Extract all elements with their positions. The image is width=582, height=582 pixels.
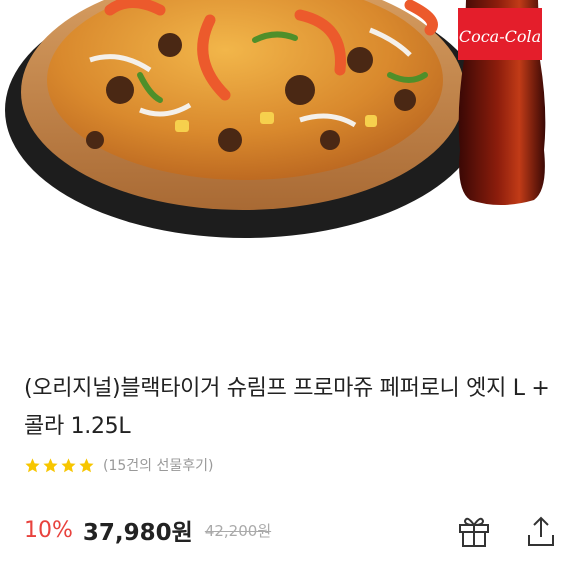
star-icon [43, 457, 58, 472]
gift-icon [459, 517, 489, 547]
rating-row[interactable]: (15건의 선물후기) [24, 454, 213, 476]
pizza-illustration: Coca-Cola [5, 0, 546, 238]
star-icon [25, 457, 40, 472]
sale-price: 37,980원 [82, 520, 193, 546]
price-row: 10% 37,980원 42,200원 [24, 512, 271, 548]
product-image: Coca-Cola [0, 0, 582, 245]
gift-button[interactable] [456, 513, 492, 549]
star-icon [79, 457, 94, 472]
original-price: 42,200원 [204, 521, 272, 540]
cola-bottle-image: Coca-Cola [458, 0, 546, 205]
share-icon [528, 516, 554, 546]
product-title: (오리지널)블랙타이거 슈림프 프로마쥬 페퍼로니 엣지 L + 콜라 1.25… [24, 376, 550, 439]
svg-text:Coca-Cola: Coca-Cola [459, 27, 541, 46]
review-count-link[interactable]: (15건의 선물후기) [103, 455, 213, 475]
star-rating [24, 457, 95, 474]
share-button[interactable] [523, 513, 559, 549]
star-icon [61, 457, 76, 472]
discount-rate: 10% [24, 517, 73, 543]
